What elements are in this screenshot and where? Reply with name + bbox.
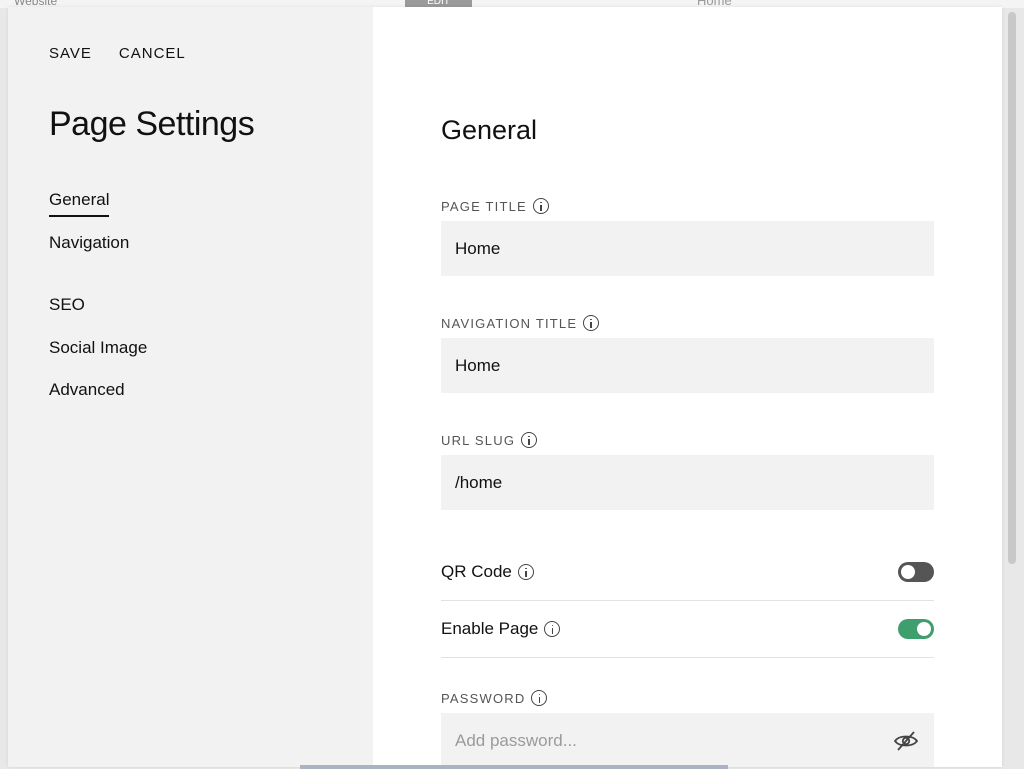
cancel-button[interactable]: CANCEL xyxy=(119,45,186,62)
enable-page-label: Enable Page xyxy=(441,619,561,639)
toggle-knob xyxy=(917,622,931,636)
url-slug-label: URL SLUG xyxy=(441,432,538,448)
qr-code-row: QR Code xyxy=(441,544,934,601)
nav-item-general[interactable]: General xyxy=(49,190,110,217)
password-input[interactable] xyxy=(441,713,934,767)
qr-code-label-text: QR Code xyxy=(441,562,512,581)
section-title: General xyxy=(441,115,538,145)
enable-page-row: Enable Page xyxy=(441,601,934,658)
settings-sidebar: SAVE CANCEL Page Settings General Naviga… xyxy=(8,7,373,767)
nav-item-advanced[interactable]: Advanced xyxy=(49,380,125,400)
info-icon[interactable] xyxy=(517,564,534,580)
url-slug-label-text: URL SLUG xyxy=(441,432,516,448)
enable-page-toggle[interactable] xyxy=(898,619,934,639)
scrollbar[interactable] xyxy=(1008,12,1016,564)
enable-page-label-text: Enable Page xyxy=(441,619,539,638)
navigation-title-label-text: NAVIGATION TITLE xyxy=(441,315,578,331)
info-icon[interactable] xyxy=(532,198,549,214)
sidebar-title: Page Settings xyxy=(49,105,255,143)
page-title-label: PAGE TITLE xyxy=(441,198,549,214)
password-label: PASSWORD xyxy=(441,690,548,706)
eye-off-icon[interactable] xyxy=(892,727,920,755)
password-label-text: PASSWORD xyxy=(441,690,526,706)
toggle-knob xyxy=(901,565,915,579)
save-button[interactable]: SAVE xyxy=(49,45,92,62)
page-title-label-text: PAGE TITLE xyxy=(441,198,527,214)
qr-code-label: QR Code xyxy=(441,562,534,582)
nav-item-seo[interactable]: SEO xyxy=(49,295,85,315)
password-field-wrap xyxy=(441,713,934,767)
dialog-actions: SAVE CANCEL xyxy=(49,45,186,62)
page-settings-dialog: SAVE CANCEL Page Settings General Naviga… xyxy=(8,7,1002,767)
navigation-title-label: NAVIGATION TITLE xyxy=(441,315,600,331)
info-icon[interactable] xyxy=(521,432,538,448)
nav-item-social-image[interactable]: Social Image xyxy=(49,338,147,358)
info-icon[interactable] xyxy=(583,315,600,331)
bottom-edge-bar xyxy=(300,765,728,769)
qr-code-toggle[interactable] xyxy=(898,562,934,582)
info-icon[interactable] xyxy=(544,621,561,637)
url-slug-input[interactable] xyxy=(441,455,934,510)
settings-main-panel: General PAGE TITLE NAVIGATION TITLE URL … xyxy=(441,7,935,767)
navigation-title-input[interactable] xyxy=(441,338,934,393)
nav-item-navigation[interactable]: Navigation xyxy=(49,233,129,253)
page-title-input[interactable] xyxy=(441,221,934,276)
info-icon[interactable] xyxy=(531,690,548,706)
